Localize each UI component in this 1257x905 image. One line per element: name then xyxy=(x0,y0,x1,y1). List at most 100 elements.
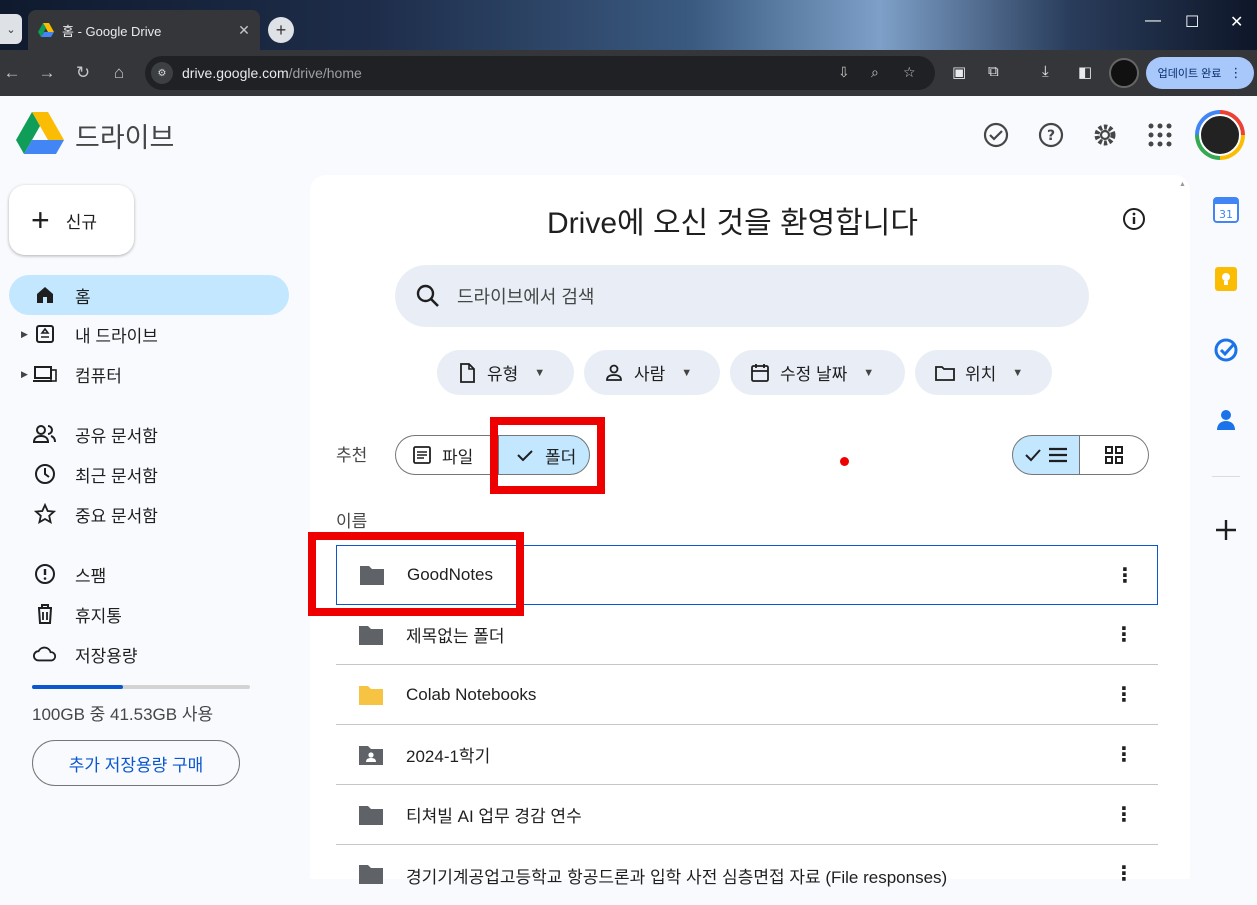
side-panel-divider xyxy=(1212,476,1240,477)
expand-caret-icon[interactable]: ▶ xyxy=(21,329,28,340)
sidebar-item-label: 컴퓨터 xyxy=(75,366,122,386)
tab-search-button[interactable]: ⌄ xyxy=(0,14,22,44)
table-row[interactable]: Colab Notebooks ⋮ xyxy=(336,665,1158,725)
forward-icon[interactable]: → xyxy=(36,63,58,83)
new-tab-button[interactable]: + xyxy=(268,17,294,43)
table-row[interactable]: 경기기계공업고등학교 항공드론과 입학 사전 심층면접 자료 (File res… xyxy=(336,845,1158,905)
svg-text:?: ? xyxy=(1047,128,1055,144)
file-name: 경기기계공업고등학교 항공드론과 입학 사전 심층면접 자료 (File res… xyxy=(406,868,948,887)
extensions-icon[interactable]: ⧉ xyxy=(988,63,999,80)
plus-icon: + xyxy=(31,202,50,238)
add-icon[interactable] xyxy=(1212,516,1240,544)
more-actions-icon[interactable]: ⋮ xyxy=(1114,802,1134,827)
browser-toolbar: ← → ↻ ⌂ ⚙ drive.google.com/drive/home ⇩ … xyxy=(0,50,1257,96)
sidebar-item-starred[interactable]: 중요 문서함 xyxy=(9,494,289,534)
sidebar-item-home[interactable]: 홈 xyxy=(9,275,289,315)
sidebar-item-storage[interactable]: 저장용량 xyxy=(9,634,289,674)
sidebar-item-shared[interactable]: 공유 문서함 xyxy=(9,414,289,454)
keep-app-icon[interactable] xyxy=(1212,265,1240,293)
close-window-icon[interactable]: ✕ xyxy=(1230,12,1243,32)
bookmark-star-icon[interactable]: ☆ xyxy=(903,64,916,81)
more-actions-icon[interactable]: ⋮ xyxy=(1114,861,1134,886)
help-icon[interactable]: ? xyxy=(1037,121,1065,149)
apps-grid-icon[interactable] xyxy=(1146,121,1174,149)
info-icon[interactable] xyxy=(1122,207,1146,231)
settings-gear-icon[interactable] xyxy=(1091,121,1119,149)
browser-title-bar: ⌄ 홈 - Google Drive ✕ + — ☐ ✕ xyxy=(0,0,1257,50)
update-label: 업데이트 완료 xyxy=(1157,68,1222,80)
address-bar[interactable]: ⚙ drive.google.com/drive/home ⇩ ⌕ ☆ xyxy=(145,56,935,90)
segment-files-label: 파일 xyxy=(442,447,474,467)
url-path: /drive/home xyxy=(288,65,362,81)
install-app-icon[interactable]: ⇩ xyxy=(838,64,850,81)
side-panel-icon[interactable]: ◧ xyxy=(1078,63,1092,81)
more-actions-icon[interactable]: ⋮ xyxy=(1114,742,1134,767)
more-actions-icon[interactable]: ⋮ xyxy=(1115,563,1135,588)
new-button-label: 신규 xyxy=(65,212,97,232)
update-button[interactable]: 업데이트 완료 ⋮ xyxy=(1146,57,1254,89)
search-input[interactable]: 드라이브에서 검색 xyxy=(457,283,594,309)
sidebar-item-my-drive[interactable]: ▶ 내 드라이브 xyxy=(9,314,289,354)
more-actions-icon[interactable]: ⋮ xyxy=(1114,622,1134,647)
tab-close-icon[interactable]: ✕ xyxy=(234,22,254,39)
sidebar-item-spam[interactable]: 스팸 xyxy=(9,554,289,594)
sidebar-item-label: 중요 문서함 xyxy=(75,506,158,526)
downloads-icon[interactable]: ⤓ xyxy=(1042,63,1049,80)
filter-location-chip[interactable]: 위치 ▼ xyxy=(915,350,1052,395)
dropdown-arrow-icon: ▼ xyxy=(1012,366,1024,379)
folder-icon xyxy=(359,865,383,884)
calendar-icon xyxy=(751,363,769,382)
column-header-name[interactable]: 이름 xyxy=(336,507,367,532)
cloud-icon xyxy=(33,642,57,666)
account-avatar[interactable] xyxy=(1195,110,1245,160)
site-info-icon[interactable]: ⚙ xyxy=(151,62,173,84)
home-browser-icon[interactable]: ⌂ xyxy=(108,63,130,83)
sidebar-item-label: 홈 xyxy=(75,287,91,307)
file-name: 티쳐빌 AI 업무 경감 연수 xyxy=(406,807,582,826)
sidebar-item-computers[interactable]: ▶ 컴퓨터 xyxy=(9,354,289,394)
browser-profile-avatar[interactable] xyxy=(1109,58,1139,88)
picture-in-picture-icon[interactable]: ▣ xyxy=(952,63,966,81)
more-actions-icon[interactable]: ⋮ xyxy=(1114,682,1134,707)
storage-meter xyxy=(32,685,250,689)
spam-icon xyxy=(33,562,57,586)
buy-storage-button[interactable]: 추가 저장용량 구매 xyxy=(32,740,240,786)
list-view-icon xyxy=(1049,447,1067,463)
table-row[interactable]: 티쳐빌 AI 업무 경감 연수 ⋮ xyxy=(336,785,1158,845)
shared-folder-icon xyxy=(359,745,383,765)
maximize-icon[interactable]: ☐ xyxy=(1185,12,1199,32)
filter-type-chip[interactable]: 유형 ▼ xyxy=(437,350,574,395)
scroll-up-arrow-icon[interactable]: ▲ xyxy=(1179,181,1186,188)
tasks-app-icon[interactable] xyxy=(1212,336,1240,364)
calendar-app-icon[interactable]: 31 xyxy=(1212,196,1240,224)
sidebar-item-trash[interactable]: 휴지통 xyxy=(9,594,289,634)
table-row[interactable]: 2024-1학기 ⋮ xyxy=(336,725,1158,785)
search-icon xyxy=(416,284,439,307)
grid-view-toggle[interactable] xyxy=(1079,435,1149,475)
zoom-icon[interactable]: ⌕ xyxy=(871,64,879,81)
minimize-icon[interactable]: — xyxy=(1145,12,1161,30)
clock-icon xyxy=(33,462,57,486)
page-title: Drive에 오신 것을 환영합니다 xyxy=(547,207,919,240)
sidebar-item-recent[interactable]: 최근 문서함 xyxy=(9,454,289,494)
new-button[interactable]: + 신규 xyxy=(9,185,134,255)
expand-caret-icon[interactable]: ▶ xyxy=(21,369,28,380)
search-bar[interactable]: 드라이브에서 검색 xyxy=(395,265,1089,327)
browser-tab-drive[interactable]: 홈 - Google Drive ✕ xyxy=(28,10,260,50)
file-icon xyxy=(460,362,475,383)
filter-modified-chip[interactable]: 수정 날짜 ▼ xyxy=(730,350,905,395)
filter-people-chip[interactable]: 사람 ▼ xyxy=(584,350,720,395)
segment-files-button[interactable]: 파일 xyxy=(395,435,501,475)
url-host: drive.google.com xyxy=(182,65,289,81)
filter-label: 유형 xyxy=(487,365,519,384)
sidebar-item-label: 저장용량 xyxy=(75,646,138,666)
back-icon[interactable]: ← xyxy=(1,63,23,83)
contacts-app-icon[interactable] xyxy=(1212,406,1240,434)
computers-icon xyxy=(33,362,57,386)
my-drive-icon xyxy=(33,322,57,346)
offline-ready-icon[interactable] xyxy=(982,121,1010,149)
folder-outline-icon xyxy=(935,365,955,381)
reload-icon[interactable]: ↻ xyxy=(72,63,94,83)
check-icon xyxy=(1025,449,1041,462)
list-view-toggle[interactable] xyxy=(1012,435,1080,475)
